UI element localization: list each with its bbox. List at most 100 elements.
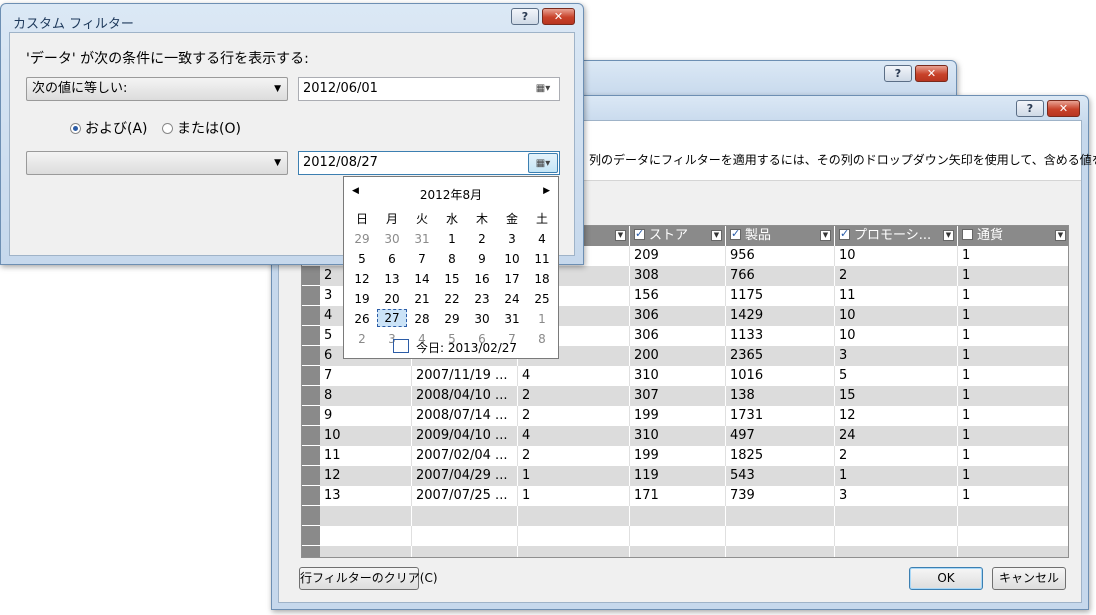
calendar-day[interactable]: 5 (347, 249, 377, 269)
table-cell[interactable]: 7 (320, 366, 412, 386)
calendar-day[interactable]: 19 (347, 289, 377, 309)
table-cell[interactable]: 24 (835, 426, 958, 446)
table-cell[interactable]: 310 (630, 426, 726, 446)
table-cell[interactable]: 1 (958, 246, 1068, 266)
calendar-day[interactable]: 2 (347, 329, 377, 349)
table-cell[interactable]: 2007/11/19 ... (412, 366, 518, 386)
calendar-day[interactable]: 2 (467, 229, 497, 249)
table-cell[interactable]: 199 (630, 446, 726, 466)
filter-dropdown-icon[interactable]: ▼ (820, 230, 831, 241)
table-cell[interactable]: 1 (958, 266, 1068, 286)
row-header[interactable] (302, 306, 320, 326)
row-header[interactable] (302, 486, 320, 506)
calendar-day[interactable]: 20 (377, 289, 407, 309)
table-cell[interactable]: 138 (726, 386, 835, 406)
calendar-day[interactable]: 21 (407, 289, 437, 309)
table-cell[interactable]: 308 (630, 266, 726, 286)
calendar-day[interactable]: 7 (407, 249, 437, 269)
calendar-day[interactable]: 8 (527, 329, 557, 349)
calendar-day[interactable]: 26 (347, 309, 377, 329)
column-header[interactable]: ストア ▼ (630, 226, 726, 246)
date-input-2[interactable]: 2012/08/27 ▦▾ (298, 151, 560, 175)
date-input-1[interactable]: 2012/06/01 ▦▾ (298, 77, 560, 101)
close-button[interactable]: ✕ (1047, 100, 1080, 117)
calendar-day[interactable]: 4 (527, 229, 557, 249)
table-cell[interactable]: 1 (958, 466, 1068, 486)
table-cell[interactable] (518, 546, 630, 557)
table-cell[interactable]: 2007/07/25 ... (412, 486, 518, 506)
row-header[interactable] (302, 506, 320, 526)
table-cell[interactable]: 1 (958, 406, 1068, 426)
filter-dropdown-icon[interactable]: ▼ (615, 230, 626, 241)
calendar-day[interactable]: 15 (437, 269, 467, 289)
table-row[interactable] (302, 506, 1068, 526)
table-cell[interactable]: 1 (958, 446, 1068, 466)
table-cell[interactable]: 310 (630, 366, 726, 386)
row-header[interactable] (302, 286, 320, 306)
table-cell[interactable] (518, 526, 630, 546)
table-cell[interactable]: 10 (320, 426, 412, 446)
table-cell[interactable] (958, 506, 1068, 526)
calendar-icon[interactable]: ▦▾ (528, 79, 558, 99)
table-row[interactable]: 8 2008/04/10 ... 2 307 138 15 1 (302, 386, 1068, 406)
table-cell[interactable] (835, 546, 958, 557)
row-header[interactable] (302, 366, 320, 386)
table-cell[interactable]: 1 (518, 486, 630, 506)
table-cell[interactable] (726, 546, 835, 557)
table-cell[interactable] (835, 506, 958, 526)
calendar-icon[interactable]: ▦▾ (528, 153, 558, 173)
table-cell[interactable]: 497 (726, 426, 835, 446)
table-cell[interactable]: 199 (630, 406, 726, 426)
clear-row-filter-button[interactable]: 行フィルターのクリア(C) (299, 567, 438, 590)
table-cell[interactable]: 306 (630, 326, 726, 346)
table-cell[interactable]: 1429 (726, 306, 835, 326)
checkbox-checked-icon[interactable] (634, 227, 645, 240)
table-row[interactable]: 12 2007/04/29 ... 1 119 543 1 1 (302, 466, 1068, 486)
table-cell[interactable]: 2 (518, 446, 630, 466)
calendar-day[interactable]: 14 (407, 269, 437, 289)
table-cell[interactable]: 119 (630, 466, 726, 486)
table-row[interactable] (302, 546, 1068, 557)
table-cell[interactable]: 10 (835, 306, 958, 326)
table-cell[interactable]: 2007/04/29 ... (412, 466, 518, 486)
table-cell[interactable]: 2007/02/04 ... (412, 446, 518, 466)
calendar-day[interactable]: 3 (497, 229, 527, 249)
table-cell[interactable] (630, 546, 726, 557)
calendar-day[interactable]: 31 (497, 309, 527, 329)
help-button[interactable]: ? (1016, 100, 1044, 117)
table-cell[interactable]: 209 (630, 246, 726, 266)
operator-select-2[interactable]: ▼ (26, 151, 288, 175)
table-cell[interactable]: 11 (320, 446, 412, 466)
table-cell[interactable] (412, 526, 518, 546)
cancel-button[interactable]: キャンセル (992, 567, 1066, 590)
table-cell[interactable]: 1 (958, 286, 1068, 306)
table-row[interactable]: 10 2009/04/10 ... 4 310 497 24 1 (302, 426, 1068, 446)
table-cell[interactable] (630, 506, 726, 526)
row-header[interactable] (302, 266, 320, 286)
calendar-day[interactable]: 30 (467, 309, 497, 329)
row-header[interactable] (302, 326, 320, 346)
close-button[interactable]: ✕ (542, 8, 575, 25)
close-button[interactable]: ✕ (915, 65, 948, 82)
table-cell[interactable]: 766 (726, 266, 835, 286)
table-cell[interactable]: 9 (320, 406, 412, 426)
table-cell[interactable]: 956 (726, 246, 835, 266)
table-cell[interactable] (835, 526, 958, 546)
filter-dropdown-icon[interactable]: ▼ (711, 230, 722, 241)
filter-dropdown-icon[interactable]: ▼ (943, 230, 954, 241)
calendar-day[interactable]: 6 (377, 249, 407, 269)
calendar-day[interactable]: 8 (437, 249, 467, 269)
today-link[interactable]: 今日: 2013/02/27 (416, 339, 517, 356)
table-cell[interactable]: 15 (835, 386, 958, 406)
table-row[interactable]: 11 2007/02/04 ... 2 199 1825 2 1 (302, 446, 1068, 466)
calendar-day[interactable]: 24 (497, 289, 527, 309)
column-header[interactable]: プロモーシ... ▼ (835, 226, 958, 246)
table-cell[interactable]: 1 (958, 346, 1068, 366)
table-cell[interactable]: 13 (320, 486, 412, 506)
table-row[interactable]: 13 2007/07/25 ... 1 171 739 3 1 (302, 486, 1068, 506)
table-cell[interactable]: 200 (630, 346, 726, 366)
table-cell[interactable]: 12 (320, 466, 412, 486)
help-button[interactable]: ? (511, 8, 539, 25)
table-cell[interactable]: 1 (958, 386, 1068, 406)
table-cell[interactable]: 306 (630, 306, 726, 326)
